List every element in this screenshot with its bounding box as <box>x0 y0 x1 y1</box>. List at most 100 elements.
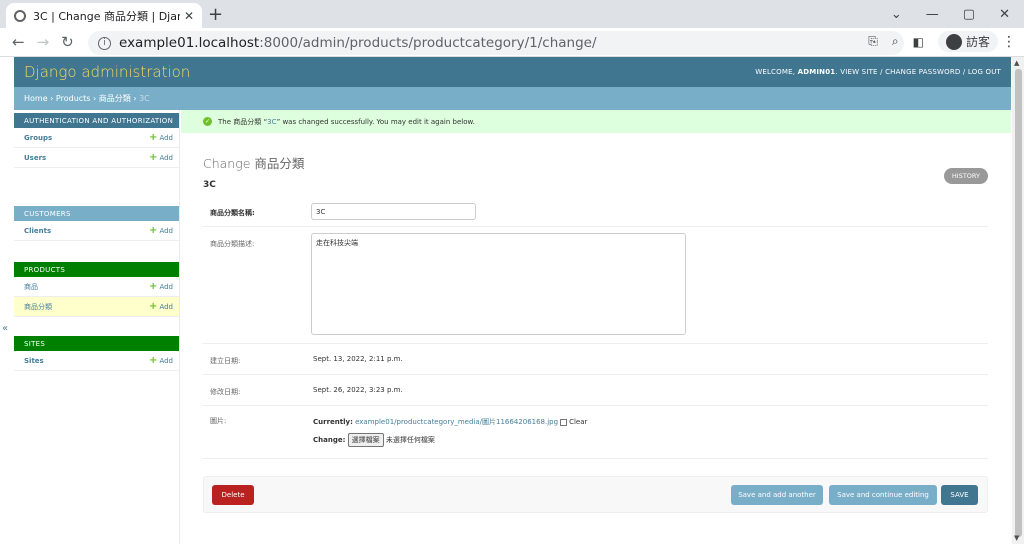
globe-icon <box>14 9 26 22</box>
url-host: example01.localhost <box>119 35 260 51</box>
delete-button[interactable]: Delete <box>212 485 254 505</box>
module-caption[interactable]: PRODUCTS <box>14 262 179 277</box>
breadcrumb-sep: › <box>93 94 97 103</box>
module-caption[interactable]: AUTHENTICATION AND AUTHORIZATION <box>14 113 179 128</box>
site-title[interactable]: Django administration <box>24 63 190 81</box>
sidebar-item-label[interactable]: 商品分類 <box>24 302 52 312</box>
sidebar-item-product-category[interactable]: 商品分類 + Add <box>14 297 179 317</box>
sidebar-item-label[interactable]: Users <box>24 154 46 162</box>
clear-label[interactable]: Clear <box>569 418 587 426</box>
module-caption[interactable]: SITES <box>14 336 179 351</box>
breadcrumb: Home › Products › 商品分類 › 3C <box>14 87 1011 110</box>
created-label: 建立日期: <box>210 357 241 365</box>
breadcrumb-home[interactable]: Home <box>24 94 48 103</box>
add-label: Add <box>159 283 173 291</box>
image-label: 圖片: <box>210 417 227 425</box>
name-input[interactable] <box>311 203 476 220</box>
message-text: The 商品分類 “3C” was changed successfully. … <box>218 117 475 127</box>
breadcrumb-model[interactable]: 商品分類 <box>99 93 131 104</box>
url-text: example01.localhost:8000/admin/products/… <box>119 35 597 51</box>
sidebar-item-sites[interactable]: Sites + Add <box>14 351 179 371</box>
clear-checkbox[interactable] <box>560 418 568 426</box>
forward-arrow-icon[interactable]: → <box>37 33 50 51</box>
add-link[interactable]: + Add <box>149 152 173 163</box>
maximize-button[interactable]: ▢ <box>963 7 975 22</box>
address-bar[interactable]: i example01.localhost:8000/admin/product… <box>88 31 904 55</box>
user-links[interactable]: VIEW SITE / CHANGE PASSWORD / LOG OUT <box>840 68 1001 76</box>
zoom-icon[interactable]: ⌕ <box>892 34 899 49</box>
add-link[interactable]: + Add <box>149 301 173 312</box>
sidebar-item-products[interactable]: 商品 + Add <box>14 277 179 297</box>
scrollbar-thumb[interactable] <box>1015 69 1022 537</box>
save-continue-button[interactable]: Save and continue editing <box>829 485 937 505</box>
add-link[interactable]: + Add <box>149 355 173 366</box>
breadcrumb-app[interactable]: Products <box>56 94 91 103</box>
scroll-down-icon[interactable]: ▼ <box>1014 534 1019 542</box>
sidebar-toggle-button[interactable]: « <box>2 323 8 334</box>
add-link[interactable]: + Add <box>149 132 173 143</box>
tab-close-icon[interactable]: ✕ <box>184 9 194 23</box>
page-title: Change 商品分類 <box>203 156 305 171</box>
more-menu-icon[interactable]: ⋮ <box>1002 34 1016 50</box>
message-post: ” was changed successfully. You may edit… <box>276 117 475 126</box>
save-button[interactable]: SAVE <box>941 485 978 505</box>
image-current: Currently: example01/productcategory_med… <box>313 417 587 427</box>
welcome-text: WELCOME, <box>755 68 796 76</box>
scrollbar[interactable]: ▲ ▼ <box>1012 57 1024 544</box>
change-label: Change: <box>313 436 346 444</box>
module-caption[interactable]: CUSTOMERS <box>14 206 179 221</box>
add-label: Add <box>159 154 173 162</box>
minimize-button[interactable]: — <box>926 7 939 22</box>
add-link[interactable]: + Add <box>149 225 173 236</box>
sidebar-item-groups[interactable]: Groups + Add <box>14 128 179 148</box>
add-label: Add <box>159 357 173 365</box>
plus-icon: + <box>149 152 158 163</box>
toolbar-right: ⎘ ⌕ ◧ 訪客 <box>868 31 998 52</box>
save-add-another-button[interactable]: Save and add another <box>731 485 823 505</box>
scroll-up-icon[interactable]: ▲ <box>1014 59 1019 67</box>
site-info-icon[interactable]: i <box>98 36 111 50</box>
field-row-created: 建立日期: Sept. 13, 2022, 2:11 p.m. <box>203 344 988 375</box>
window-controls: ⌄ — ▢ ✕ <box>891 0 1024 28</box>
browser-tab-strip: 3C | Change 商品分類 | Django ✕ + ⌄ — ▢ ✕ <box>0 0 1024 28</box>
content-main: Change 商品分類 3C HISTORY 商品分類名稱: 商品分類描述: 走… <box>203 133 988 533</box>
side-panel-icon[interactable]: ◧ <box>913 35 924 49</box>
avatar-icon <box>945 33 962 50</box>
profile-button[interactable]: 訪客 <box>937 31 998 52</box>
plus-icon: + <box>149 225 158 236</box>
breadcrumb-sep: › <box>133 94 137 103</box>
sidebar-item-label[interactable]: Sites <box>24 357 44 365</box>
close-window-button[interactable]: ✕ <box>999 7 1010 22</box>
browser-toolbar: ← → ↻ i example01.localhost:8000/admin/p… <box>0 28 1024 57</box>
profile-label: 訪客 <box>965 35 990 49</box>
history-button[interactable]: HISTORY <box>943 168 988 184</box>
sidebar-item-label[interactable]: Groups <box>24 134 52 142</box>
success-message: ✓ The 商品分類 “3C” was changed successfully… <box>181 110 1011 133</box>
user-tools: WELCOME, ADMIN01. VIEW SITE / CHANGE PAS… <box>755 68 1001 76</box>
tab-search-icon[interactable]: ⌄ <box>891 7 902 22</box>
back-arrow-icon[interactable]: ← <box>12 33 25 51</box>
sidebar-item-users[interactable]: Users + Add <box>14 148 179 168</box>
plus-icon: + <box>149 281 158 292</box>
add-label: Add <box>159 227 173 235</box>
browser-tab[interactable]: 3C | Change 商品分類 | Django ✕ <box>6 3 202 28</box>
new-tab-button[interactable]: + <box>208 4 223 25</box>
add-label: Add <box>159 134 173 142</box>
sidebar-item-clients[interactable]: Clients + Add <box>14 221 179 241</box>
check-icon: ✓ <box>203 117 212 126</box>
description-textarea[interactable]: 走在科技尖端 <box>311 233 686 335</box>
module-products: PRODUCTS 商品 + Add 商品分類 + Add <box>14 262 179 317</box>
field-row-modified: 修改日期: Sept. 26, 2022, 3:23 p.m. <box>203 375 988 406</box>
tab-title: 3C | Change 商品分類 | Django <box>33 9 180 23</box>
choose-file-button[interactable]: 選擇檔案 <box>347 433 384 447</box>
image-link[interactable]: example01/productcategory_media/圖片116642… <box>355 418 558 426</box>
sidebar-item-label[interactable]: 商品 <box>24 282 38 292</box>
field-row-description: 商品分類描述: 走在科技尖端 <box>203 227 988 344</box>
module-customers: CUSTOMERS Clients + Add <box>14 206 179 241</box>
module-auth: AUTHENTICATION AND AUTHORIZATION Groups +… <box>14 113 179 168</box>
reload-icon[interactable]: ↻ <box>61 33 74 51</box>
translate-icon[interactable]: ⎘ <box>868 34 878 49</box>
message-link[interactable]: 3C <box>267 118 276 126</box>
add-link[interactable]: + Add <box>149 281 173 292</box>
sidebar-item-label[interactable]: Clients <box>24 227 51 235</box>
